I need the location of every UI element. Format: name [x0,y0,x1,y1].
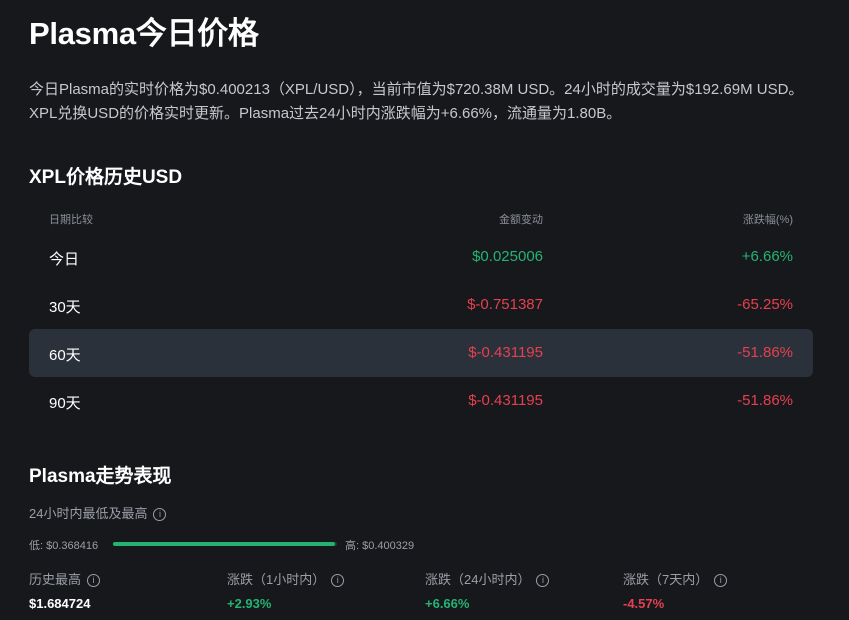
stat-label: 涨跌（7天内） [623,572,709,587]
stat-label: 历史最高 [29,572,82,587]
col-header-pct: 涨跌幅(%) [742,214,793,226]
row-change: $0.025006 [472,248,543,265]
stat-value: $1.684724 [29,596,91,611]
range-bar-fill [113,542,335,546]
stat-change-1h: 涨跌（1小时内） i +2.93% [227,569,417,611]
range-high: 高: $0.400329 [345,540,415,552]
row-period: 今日 [49,251,80,268]
table-row: 今日 $0.025006 +6.66% [29,233,813,281]
col-header-change: 金额变动 [499,214,543,226]
price-description: 今日Plasma的实时价格为$0.400213（XPL/USD），当前市值为$7… [29,81,804,122]
row-change: $-0.431195 [468,344,543,361]
range-low: 低: $0.368416 [29,540,99,552]
row-period: 60天 [49,347,81,364]
table-row: 90天 $-0.431195 -51.86% [29,377,813,425]
info-icon[interactable]: i [153,508,167,521]
range-bar [113,542,337,546]
col-header-period: 日期比较 [49,214,93,226]
stat-value: +6.66% [425,596,470,611]
stat-change-24h: 涨跌（24小时内） i +6.66% [425,569,615,611]
range-label-row: 24小时内最低及最高 i [29,503,167,522]
row-pct: -65.25% [737,296,793,313]
row-pct: +6.66% [741,248,793,265]
history-heading: XPL价格历史USD [29,167,183,188]
info-icon[interactable]: i [714,574,728,587]
row-period: 30天 [49,299,81,316]
stat-label: 涨跌（24小时内） [425,572,531,587]
table-row-highlighted[interactable]: 60天 $-0.431195 -51.86% [29,329,813,377]
row-change: $-0.751387 [467,296,543,313]
range-label: 24小时内最低及最高 [29,506,148,521]
table-header: 日期比较 金额变动 涨跌幅(%) [29,201,813,233]
price-history-table: 日期比较 金额变动 涨跌幅(%) 今日 $0.025006 +6.66% 30天… [29,201,813,425]
stat-all-time-high: 历史最高 i $1.684724 [29,569,219,611]
info-icon[interactable]: i [536,574,550,587]
stat-change-7d: 涨跌（7天内） i -4.57% [623,569,813,611]
row-pct: -51.86% [737,392,793,409]
row-pct: -51.86% [737,344,793,361]
stat-label: 涨跌（1小时内） [227,572,326,587]
stat-value: -4.57% [623,596,665,611]
stat-value: +2.93% [227,596,272,611]
day-range: 低: $0.368416 高: $0.400329 [29,537,813,552]
page-title: Plasma今日价格 [29,16,259,51]
info-icon[interactable]: i [87,574,101,587]
info-icon[interactable]: i [331,574,345,587]
row-period: 90天 [49,395,81,412]
performance-heading: Plasma走势表现 [29,466,172,487]
table-row: 30天 $-0.751387 -65.25% [29,281,813,329]
row-change: $-0.431195 [468,392,543,409]
